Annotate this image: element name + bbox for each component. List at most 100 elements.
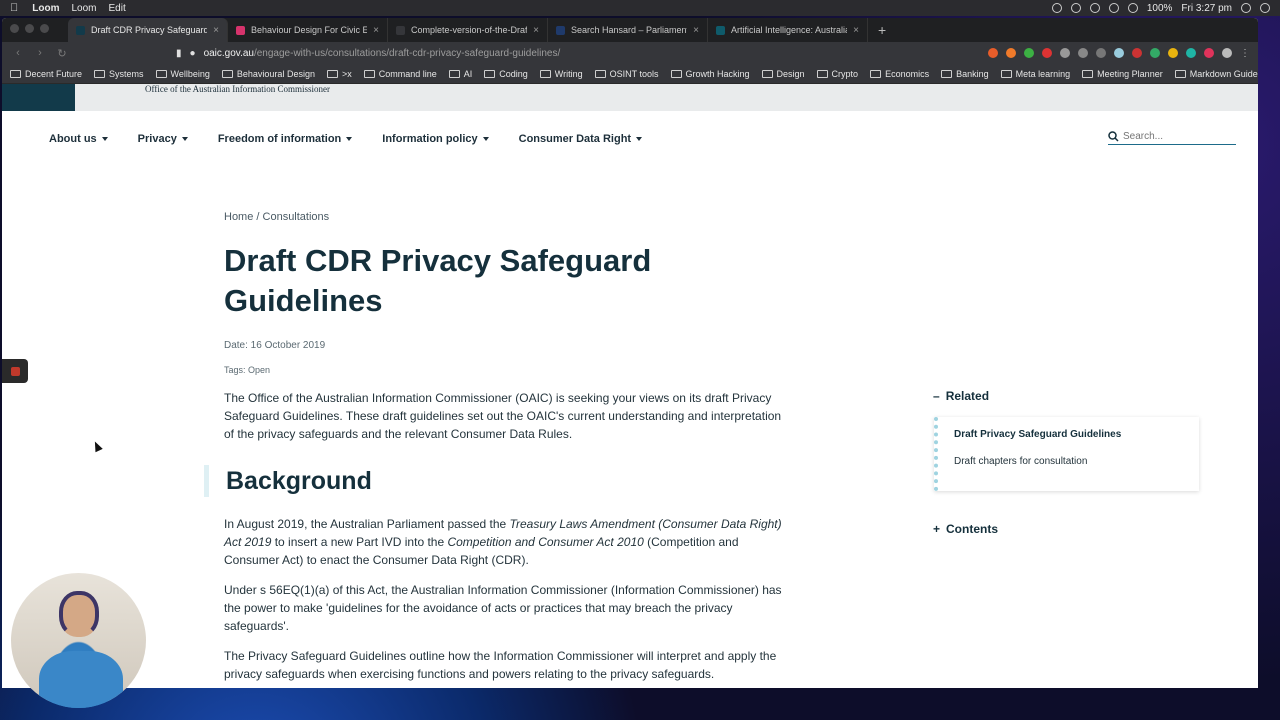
bookmark-item[interactable]: Wellbeing (155, 68, 210, 79)
new-tab-button[interactable]: + (878, 18, 886, 42)
folder-icon (363, 69, 375, 78)
bookmark-item[interactable]: Command line (363, 69, 437, 79)
close-tab-icon[interactable]: × (693, 25, 699, 36)
bookmark-item[interactable]: Writing (539, 69, 583, 79)
extension-icon[interactable] (1114, 48, 1124, 58)
nav-privacy[interactable]: Privacy (138, 133, 188, 145)
close-tab-icon[interactable]: × (533, 25, 539, 36)
nav-about-us[interactable]: About us (49, 133, 108, 145)
related-toggle[interactable]: – Related (933, 389, 989, 403)
browser-toolbar: ‹ › ↻ ▮ ● oaic.gov.au/engage-with-us/con… (2, 42, 1258, 64)
brave-shield-icon[interactable] (988, 48, 998, 58)
favicon-icon (396, 25, 405, 35)
org-name[interactable]: Office of the Australian Information Com… (145, 84, 330, 94)
favicon-icon (556, 25, 565, 35)
bookmark-item[interactable]: Behavioural Design (221, 69, 315, 79)
nav-freedom-of-information[interactable]: Freedom of information (218, 133, 353, 145)
extension-icon[interactable] (1024, 48, 1034, 58)
nav-information-policy[interactable]: Information policy (382, 133, 489, 145)
maximize-window-icon[interactable] (40, 24, 49, 33)
bookmark-label: Coding (499, 68, 528, 79)
back-icon[interactable]: ‹ (10, 47, 26, 59)
bookmark-label: Wellbeing (170, 68, 210, 79)
extension-icon[interactable] (1078, 48, 1088, 58)
bookmark-item[interactable]: Meeting Planner (1082, 69, 1163, 79)
bookmark-item[interactable]: Design (761, 69, 805, 79)
menu-loom[interactable]: Loom (71, 3, 96, 14)
volume-icon[interactable] (1127, 3, 1138, 13)
minimize-window-icon[interactable] (25, 24, 34, 33)
bookmark-item[interactable]: Crypto (816, 69, 858, 79)
extension-icon[interactable] (1204, 48, 1214, 58)
bookmark-item[interactable]: Growth Hacking (670, 69, 750, 79)
plus-icon: + (933, 522, 941, 536)
folder-icon (1000, 69, 1012, 78)
close-tab-icon[interactable]: × (213, 25, 219, 36)
browser-tab[interactable]: Complete-version-of-the-Draft- × (388, 18, 548, 42)
caret-down-icon (101, 137, 108, 141)
status-icon[interactable] (1070, 3, 1081, 13)
close-window-icon[interactable] (10, 24, 19, 33)
folder-icon (1174, 69, 1186, 78)
reload-icon[interactable]: ↻ (54, 47, 70, 60)
extension-icon[interactable] (1132, 48, 1142, 58)
menu-app-name[interactable]: Loom (32, 3, 59, 14)
bookmark-label: OSINT tools (609, 68, 659, 79)
address-bar[interactable]: ▮ ● oaic.gov.au/engage-with-us/consultat… (176, 45, 826, 61)
close-tab-icon[interactable]: × (373, 25, 379, 36)
folder-icon (941, 69, 953, 78)
bookmark-item[interactable]: Coding (484, 69, 528, 79)
main-navigation: About us Privacy Freedom of information … (49, 133, 672, 145)
record-icon (10, 366, 20, 376)
menu-icon[interactable]: ⋮ (1240, 48, 1250, 59)
contents-toggle[interactable]: + Contents (933, 522, 998, 536)
browser-tab[interactable]: Draft CDR Privacy Safeguard Gu × (68, 18, 228, 42)
bookmark-item[interactable]: Meta learning (1000, 69, 1070, 79)
menu-edit[interactable]: Edit (108, 3, 125, 14)
search-icon[interactable] (1108, 131, 1119, 142)
profile-avatar-icon[interactable] (1222, 48, 1232, 58)
extension-icon[interactable] (1096, 48, 1106, 58)
related-link-chapters[interactable]: Draft chapters for consultation (954, 456, 1199, 467)
site-logo[interactable] (2, 84, 75, 111)
bookmark-item[interactable]: AI (448, 69, 472, 79)
wifi-icon[interactable] (1108, 3, 1119, 13)
nav-consumer-data-right[interactable]: Consumer Data Right (519, 133, 643, 145)
bookmark-item[interactable]: Markdown Guide (1174, 69, 1258, 79)
battery-percentage[interactable]: 100% (1147, 3, 1173, 14)
folder-icon (670, 69, 682, 78)
close-tab-icon[interactable]: × (853, 25, 859, 36)
forward-icon[interactable]: › (32, 47, 48, 59)
bookmark-star-icon[interactable]: ▮ (176, 48, 182, 59)
bookmark-item[interactable]: >x (326, 69, 352, 79)
background-paragraph-3: The Privacy Safeguard Guidelines outline… (224, 649, 777, 681)
site-search (1108, 131, 1236, 145)
brave-rewards-icon[interactable] (1006, 48, 1016, 58)
extension-icon[interactable] (1168, 48, 1178, 58)
spotlight-icon[interactable] (1260, 3, 1270, 13)
bookmark-item[interactable]: OSINT tools (594, 68, 659, 79)
bookmark-item[interactable]: Decent Future (10, 69, 82, 79)
breadcrumb[interactable]: Home / Consultations (224, 211, 329, 223)
extension-icon[interactable] (1150, 48, 1160, 58)
menubar-clock[interactable]: Fri 3:27 pm (1181, 3, 1232, 14)
status-icon[interactable] (1051, 3, 1062, 13)
bookmark-item[interactable]: Banking (941, 69, 989, 79)
article-tags[interactable]: Tags: Open (224, 365, 270, 375)
bookmark-item[interactable]: Economics (870, 69, 929, 79)
browser-tab[interactable]: Behaviour Design For Civic Engag × (228, 18, 388, 42)
user-icon[interactable] (1241, 3, 1251, 13)
apple-icon[interactable]:  (10, 2, 18, 14)
loom-record-widget[interactable] (2, 359, 28, 383)
status-icon[interactable] (1089, 3, 1100, 13)
related-link-guidelines[interactable]: Draft Privacy Safeguard Guidelines (954, 429, 1199, 440)
extension-icon[interactable] (1186, 48, 1196, 58)
browser-tab[interactable]: Artificial Intelligence: Australia's × (708, 18, 868, 42)
extension-icon[interactable] (1060, 48, 1070, 58)
search-input[interactable] (1123, 131, 1233, 142)
bookmark-item[interactable]: Systems (94, 69, 144, 79)
extension-icon[interactable] (1042, 48, 1052, 58)
nav-label: Information policy (382, 133, 478, 145)
browser-tab[interactable]: Search Hansard – Parliament of × (548, 18, 708, 42)
tab-title: Search Hansard – Parliament of (571, 25, 688, 35)
